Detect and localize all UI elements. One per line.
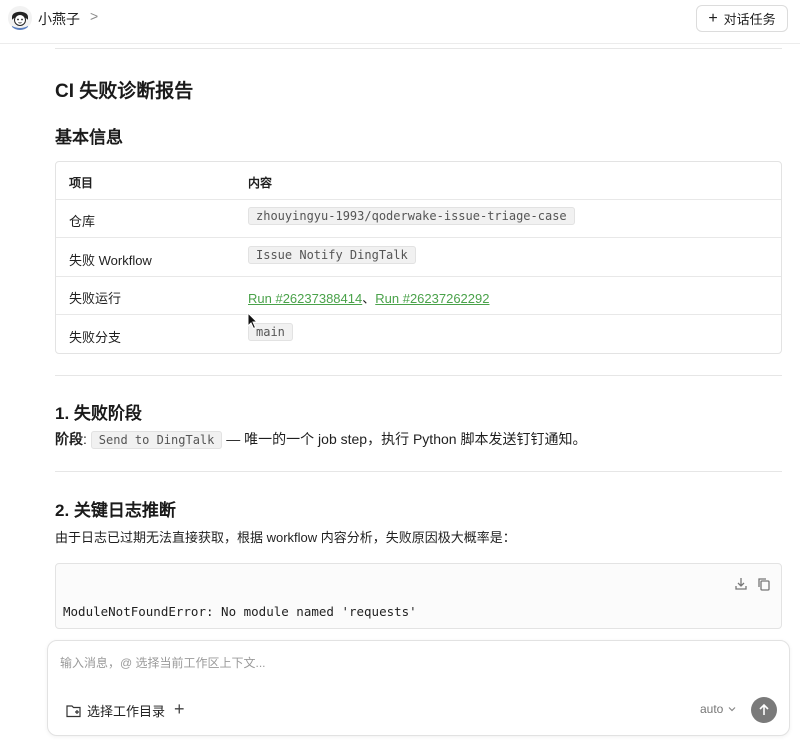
chevron-down-icon bbox=[728, 707, 736, 712]
table-row: 失败分支 main bbox=[56, 316, 781, 354]
table-row: 失败运行 Run #26237388414、Run #26237262292 bbox=[56, 277, 781, 315]
copy-icon[interactable] bbox=[756, 576, 772, 592]
divider bbox=[55, 375, 782, 376]
row-label: 仓库 bbox=[69, 214, 96, 229]
link-separator: 、 bbox=[362, 291, 376, 306]
row-label: 失败分支 bbox=[69, 330, 122, 345]
code-text: ModuleNotFoundError: No module named 're… bbox=[63, 604, 417, 619]
code-block: ModuleNotFoundError: No module named 're… bbox=[55, 563, 782, 629]
new-task-button[interactable]: + 对话任务 bbox=[696, 5, 788, 32]
row-value: zhouyingyu-1993/qoderwake-issue-triage-c… bbox=[248, 207, 575, 225]
log-heading: 2. 关键日志推断 bbox=[55, 501, 176, 520]
workflow-code: Issue Notify DingTalk bbox=[248, 246, 416, 264]
download-icon[interactable] bbox=[733, 576, 749, 592]
repo-code: zhouyingyu-1993/qoderwake-issue-triage-c… bbox=[248, 207, 575, 225]
report-title: CI 失败诊断报告 bbox=[55, 81, 194, 102]
table-header-row: 项目 内容 bbox=[56, 162, 781, 200]
mode-value: auto bbox=[700, 702, 724, 716]
run-link[interactable]: Run #26237262292 bbox=[375, 291, 489, 306]
arrow-up-icon bbox=[759, 703, 769, 715]
stage-description: — 唯一的一个 job step，执行 Python 脚本发送钉钉通知。 bbox=[226, 431, 587, 447]
folder-add-icon bbox=[66, 704, 81, 717]
stage-paragraph: 阶段: Send to DingTalk — 唯一的一个 job step，执行… bbox=[55, 429, 586, 449]
select-directory-button[interactable]: 选择工作目录 bbox=[66, 701, 165, 720]
column-header: 项目 bbox=[69, 176, 94, 190]
send-button[interactable] bbox=[751, 697, 777, 723]
log-intro: 由于日志已过期无法直接获取，根据 workflow 内容分析，失败原因极大概率是… bbox=[55, 530, 516, 545]
divider bbox=[55, 48, 782, 49]
message-composer: 选择工作目录 + auto bbox=[47, 640, 790, 736]
plus-icon: + bbox=[708, 9, 718, 27]
table-row: 失败 Workflow Issue Notify DingTalk bbox=[56, 239, 781, 277]
agent-name[interactable]: 小燕子 bbox=[38, 9, 80, 29]
row-label: 失败运行 bbox=[69, 291, 122, 306]
top-bar: 小燕子 > + 对话任务 bbox=[0, 0, 800, 44]
agent-avatar[interactable] bbox=[8, 6, 32, 30]
basic-info-table: 项目 内容 仓库 zhouyingyu-1993/qoderwake-issue… bbox=[55, 161, 782, 354]
chevron-right-icon[interactable]: > bbox=[90, 8, 98, 24]
add-attachment-button[interactable]: + bbox=[174, 699, 185, 720]
row-label: 失败 Workflow bbox=[69, 253, 152, 268]
basic-info-heading: 基本信息 bbox=[55, 128, 123, 147]
stage-colon: : bbox=[83, 431, 87, 447]
mode-select[interactable]: auto bbox=[700, 702, 737, 716]
stage-label: 阶段 bbox=[55, 431, 83, 447]
mouse-cursor-icon bbox=[247, 312, 259, 330]
row-value: Issue Notify DingTalk bbox=[248, 246, 416, 264]
select-directory-label: 选择工作目录 bbox=[87, 704, 166, 719]
run-link[interactable]: Run #26237388414 bbox=[248, 291, 362, 306]
row-value: Run #26237388414、Run #26237262292 bbox=[248, 288, 489, 307]
message-input[interactable] bbox=[60, 653, 760, 673]
table-row: 仓库 zhouyingyu-1993/qoderwake-issue-triag… bbox=[56, 200, 781, 238]
divider bbox=[55, 471, 782, 472]
new-task-label: 对话任务 bbox=[723, 12, 776, 27]
stage-heading: 1. 失败阶段 bbox=[55, 404, 142, 423]
column-header: 内容 bbox=[248, 176, 273, 190]
stage-step-code: Send to DingTalk bbox=[90, 431, 223, 449]
